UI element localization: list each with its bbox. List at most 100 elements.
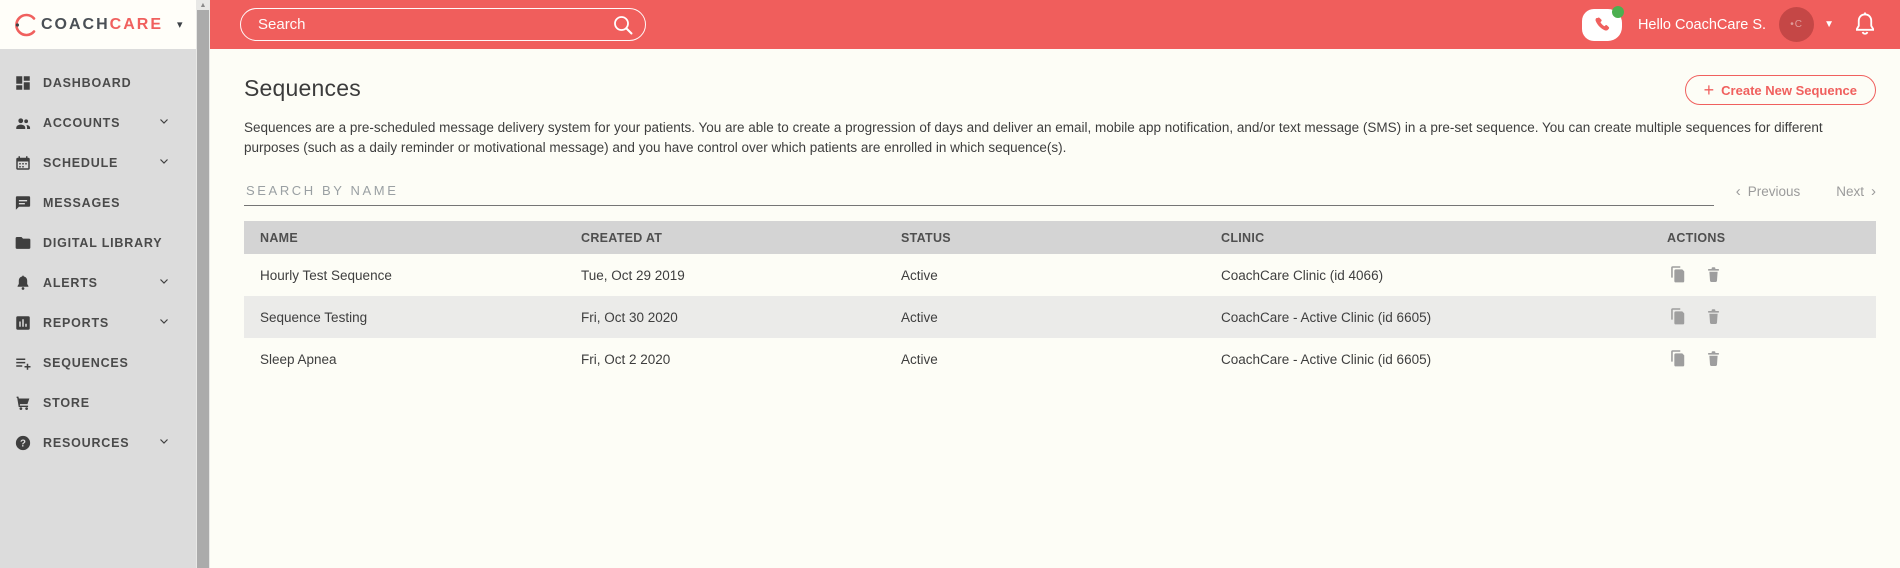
app-root: COACHCARE ▾ DASHBOARD ACCOUNTS SCHEDULE …	[0, 0, 1900, 568]
chevron-down-icon	[158, 434, 170, 452]
sidebar-item-resources[interactable]: ? RESOURCES	[0, 423, 196, 463]
sidebar-item-alerts[interactable]: ALERTS	[0, 263, 196, 303]
cell-clinic: CoachCare Clinic (id 4066)	[1221, 267, 1384, 283]
chevron-left-icon: ‹	[1735, 183, 1741, 201]
table-row[interactable]: Sequence Testing Fri, Oct 30 2020 Active…	[244, 296, 1876, 339]
copy-sequence-button[interactable]	[1667, 307, 1687, 327]
trash-icon	[1707, 267, 1719, 283]
sidebar-item-label: ACCOUNTS	[43, 116, 121, 130]
phone-button[interactable]	[1581, 5, 1624, 41]
cell-created-at: Fri, Oct 2 2020	[581, 351, 671, 367]
logo-area[interactable]: COACHCARE ▾	[0, 0, 196, 49]
sidebar-item-reports[interactable]: REPORTS	[0, 303, 196, 343]
sidebar-item-label: DIGITAL LIBRARY	[43, 236, 163, 250]
global-search	[240, 8, 646, 41]
chevron-down-icon	[158, 114, 170, 132]
chevron-down-icon	[158, 314, 170, 332]
user-menu-caret-icon[interactable]: ▼	[1824, 19, 1834, 30]
dashboard-icon	[14, 74, 32, 92]
logo-care-text: CARE	[109, 15, 164, 33]
copy-icon	[1670, 308, 1684, 325]
accounts-icon	[14, 114, 32, 132]
cell-name: Hourly Test Sequence	[260, 267, 392, 283]
sidebar-scrollbar[interactable]: ▲	[196, 0, 210, 568]
sidebar-item-label: RESOURCES	[43, 436, 130, 450]
sidebar-item-sequences[interactable]: SEQUENCES	[0, 343, 196, 383]
notifications-bell-icon[interactable]	[1852, 11, 1878, 39]
copy-icon	[1670, 350, 1684, 367]
search-icon[interactable]	[611, 13, 635, 37]
search-input[interactable]	[240, 8, 646, 41]
sidebar-item-label: STORE	[43, 396, 90, 410]
table-row[interactable]: Hourly Test Sequence Tue, Oct 29 2019 Ac…	[244, 254, 1876, 296]
phone-icon	[1595, 17, 1610, 31]
avatar[interactable]: •C	[1779, 7, 1815, 42]
page-description: Sequences are a pre-scheduled message de…	[244, 120, 1823, 155]
cell-name: Sleep Apnea	[260, 351, 337, 367]
next-label: Next	[1836, 184, 1864, 200]
content: Sequences + Create New Sequence Sequence…	[210, 49, 1900, 568]
alerts-icon	[14, 274, 32, 292]
copy-sequence-button[interactable]	[1667, 349, 1687, 369]
column-header-clinic: CLINIC	[1205, 221, 1651, 255]
topbar-right: Hello CoachCare S. •C ▼	[1581, 5, 1878, 42]
sidebar-item-store[interactable]: STORE	[0, 383, 196, 423]
sidebar-item-schedule[interactable]: SCHEDULE	[0, 143, 196, 183]
schedule-icon	[14, 154, 32, 172]
sidebar-item-label: ALERTS	[43, 276, 98, 290]
sequences-icon	[14, 354, 32, 372]
create-button-label: Create New Sequence	[1721, 82, 1857, 98]
pagination: ‹ Previous Next ›	[1736, 183, 1876, 206]
sequences-table: NAME CREATED AT STATUS CLINIC ACTIONS Ho…	[244, 221, 1876, 380]
sidebar-item-label: DASHBOARD	[43, 76, 132, 90]
cell-status: Active	[901, 267, 938, 283]
delete-sequence-button[interactable]	[1703, 265, 1723, 285]
column-header-actions: ACTIONS	[1651, 221, 1876, 255]
sidebar: COACHCARE ▾ DASHBOARD ACCOUNTS SCHEDULE …	[0, 0, 196, 568]
next-button[interactable]: Next ›	[1836, 183, 1876, 200]
logo-coach-text: COACH	[41, 15, 110, 33]
scrollbar-up-arrow[interactable]: ▲	[196, 0, 210, 10]
sidebar-item-digital-library[interactable]: DIGITAL LIBRARY	[0, 223, 196, 263]
search-by-name-input[interactable]	[244, 177, 1714, 207]
delete-sequence-button[interactable]	[1703, 349, 1723, 369]
digital-library-icon	[14, 234, 32, 252]
create-new-sequence-button[interactable]: + Create New Sequence	[1684, 75, 1876, 105]
chevron-right-icon: ›	[1871, 183, 1876, 201]
previous-label: Previous	[1747, 184, 1801, 200]
filter-row: ‹ Previous Next ›	[244, 177, 1876, 207]
svg-text:?: ?	[20, 438, 26, 449]
main-area: Hello CoachCare S. •C ▼ Sequences + Crea…	[210, 0, 1900, 568]
sidebar-item-label: SEQUENCES	[43, 356, 129, 370]
cell-clinic: CoachCare - Active Clinic (id 6605)	[1221, 351, 1432, 367]
previous-button[interactable]: ‹ Previous	[1736, 183, 1801, 200]
plus-icon: +	[1703, 80, 1715, 100]
sidebar-item-dashboard[interactable]: DASHBOARD	[0, 63, 196, 103]
cell-name: Sequence Testing	[244, 296, 565, 339]
topbar: Hello CoachCare S. •C ▼	[210, 0, 1900, 49]
cell-status: Active	[885, 296, 1205, 339]
copy-sequence-button[interactable]	[1667, 265, 1687, 285]
logo-caret-icon[interactable]: ▾	[177, 18, 183, 31]
column-header-status: STATUS	[885, 221, 1205, 255]
page-title: Sequences	[244, 75, 361, 101]
online-status-dot	[1611, 5, 1624, 18]
delete-sequence-button[interactable]	[1703, 307, 1723, 327]
table-row[interactable]: Sleep Apnea Fri, Oct 2 2020 Active Coach…	[244, 338, 1876, 380]
user-greeting: Hello CoachCare S.	[1637, 16, 1767, 33]
sidebar-item-messages[interactable]: MESSAGES	[0, 183, 196, 223]
store-icon	[14, 394, 32, 412]
sidebar-item-label: REPORTS	[43, 316, 110, 330]
cell-status: Active	[901, 351, 938, 367]
sidebar-item-label: SCHEDULE	[43, 156, 119, 170]
sidebar-item-accounts[interactable]: ACCOUNTS	[0, 103, 196, 143]
sidebar-nav: DASHBOARD ACCOUNTS SCHEDULE MESSAGES DIG…	[0, 49, 196, 463]
copy-icon	[1670, 266, 1684, 283]
trash-icon	[1707, 309, 1719, 325]
scrollbar-thumb[interactable]	[197, 10, 209, 568]
sidebar-item-label: MESSAGES	[43, 196, 121, 210]
trash-icon	[1707, 351, 1719, 367]
chevron-down-icon	[158, 274, 170, 292]
table-header-row: NAME CREATED AT STATUS CLINIC ACTIONS	[244, 221, 1876, 255]
chevron-down-icon	[158, 154, 170, 172]
